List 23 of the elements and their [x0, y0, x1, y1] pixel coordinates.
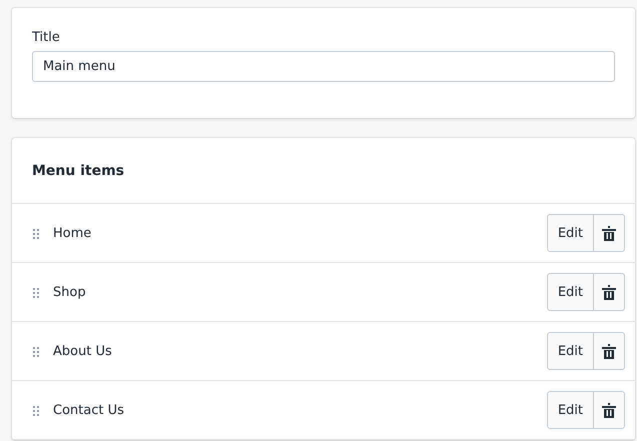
- delete-button[interactable]: [594, 214, 625, 252]
- drag-handle-icon[interactable]: [33, 229, 39, 239]
- edit-button[interactable]: Edit: [546, 391, 594, 429]
- menu-item-label: Shop: [53, 284, 87, 300]
- delete-button[interactable]: [594, 273, 625, 311]
- edit-button[interactable]: Edit: [546, 273, 594, 311]
- title-input[interactable]: Main menu: [32, 51, 615, 82]
- drag-handle-icon[interactable]: [33, 347, 39, 357]
- menu-item-label: About Us: [53, 344, 113, 358]
- trash-icon: [602, 226, 616, 240]
- menu-item-label: Contact Us: [53, 402, 125, 418]
- trash-icon: [602, 284, 616, 300]
- trash-icon: [602, 344, 616, 358]
- menu-item-label: Home: [53, 226, 92, 240]
- edit-button[interactable]: Edit: [546, 332, 594, 370]
- field-label: Title: [32, 30, 61, 45]
- drag-handle-icon[interactable]: [33, 288, 39, 298]
- section-heading: Menu items: [32, 162, 124, 178]
- trash-icon: [602, 402, 616, 418]
- drag-handle-icon[interactable]: [33, 406, 39, 416]
- edit-button[interactable]: Edit: [546, 214, 594, 252]
- delete-button[interactable]: [594, 332, 625, 370]
- delete-button[interactable]: [594, 391, 625, 429]
